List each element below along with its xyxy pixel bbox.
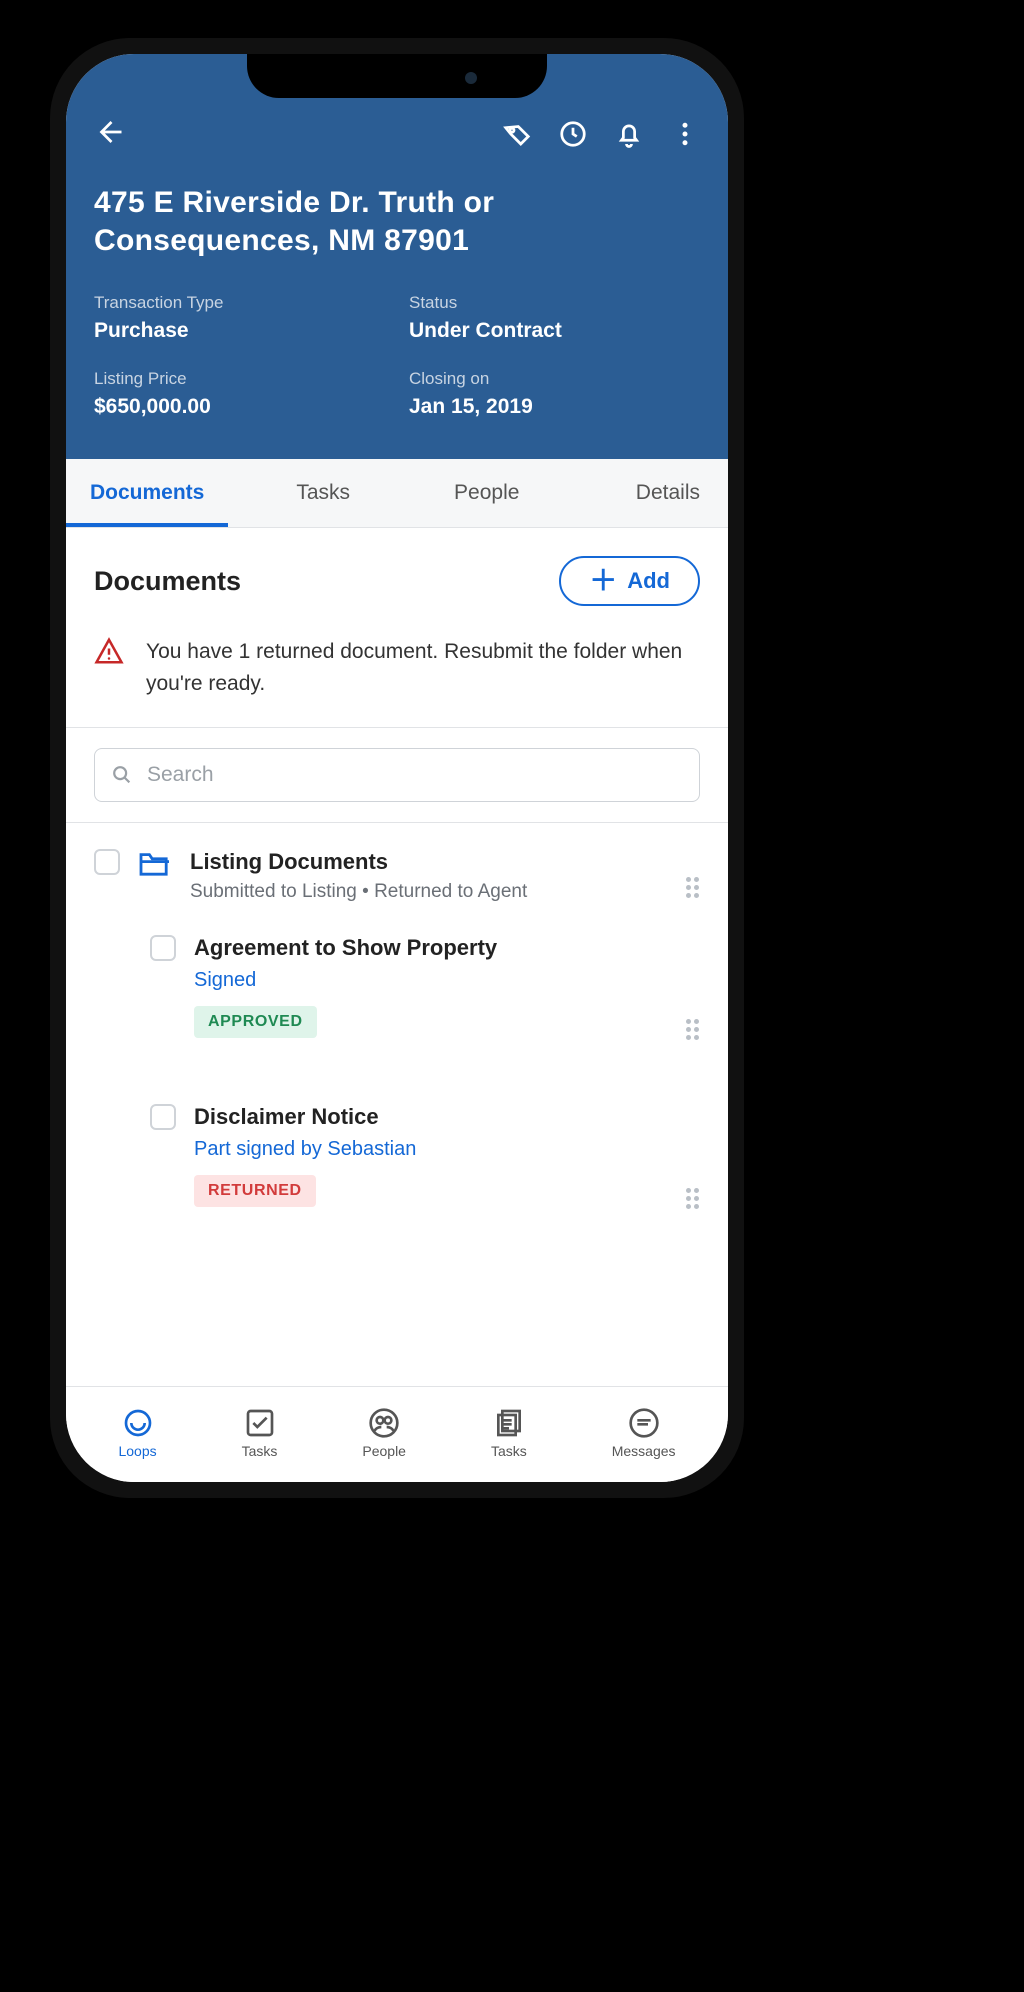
folder-row[interactable]: Listing Documents Submitted to Listing •… [66, 823, 728, 913]
device-notch [247, 54, 547, 98]
screen: 475 E Riverside Dr. Truth or Consequence… [66, 54, 728, 1482]
status-badge: RETURNED [194, 1175, 316, 1207]
phone-frame: 475 E Riverside Dr. Truth or Consequence… [50, 38, 744, 1498]
document-row[interactable]: Disclaimer Notice Part signed by Sebasti… [66, 1082, 728, 1217]
document-checkbox[interactable] [150, 935, 176, 961]
tag-icon[interactable] [502, 119, 532, 149]
folder-title: Listing Documents [190, 849, 527, 875]
nav-people[interactable]: People [362, 1407, 406, 1459]
nav-label: Tasks [242, 1443, 278, 1459]
listing-price-label: Listing Price [94, 369, 385, 389]
warning-icon [94, 636, 124, 666]
document-row[interactable]: Agreement to Show Property Signed APPROV… [66, 913, 728, 1048]
header: 475 E Riverside Dr. Truth or Consequence… [66, 54, 728, 459]
nav-label: Tasks [491, 1443, 527, 1459]
section-title: Documents [94, 566, 241, 597]
add-button[interactable]: ＋ Add [559, 556, 700, 606]
alert-banner: You have 1 returned document. Resubmit t… [66, 632, 728, 728]
nav-messages[interactable]: Messages [612, 1407, 676, 1459]
nav-label: People [362, 1443, 406, 1459]
nav-label: Loops [118, 1443, 156, 1459]
alert-text: You have 1 returned document. Resubmit t… [146, 636, 700, 699]
search-field[interactable] [94, 748, 700, 802]
status-badge: APPROVED [194, 1006, 317, 1038]
document-status: Signed [194, 969, 497, 992]
tab-people[interactable]: People [430, 459, 543, 527]
checkbox-icon [244, 1407, 276, 1439]
document-status: Part signed by Sebastian [194, 1138, 416, 1161]
status-label: Status [409, 293, 700, 313]
document-title: Agreement to Show Property [194, 935, 497, 961]
status-value: Under Contract [409, 319, 700, 343]
transaction-type-label: Transaction Type [94, 293, 385, 313]
documents-icon [493, 1407, 525, 1439]
search-input[interactable] [147, 763, 683, 787]
loops-icon [122, 1407, 154, 1439]
closing-label: Closing on [409, 369, 700, 389]
drag-handle-icon[interactable] [686, 877, 700, 898]
drag-handle-icon[interactable] [686, 1188, 700, 1209]
page-title: 475 E Riverside Dr. Truth or Consequence… [94, 184, 700, 259]
document-title: Disclaimer Notice [194, 1104, 416, 1130]
arrow-left-icon [94, 117, 124, 147]
tab-details[interactable]: Details [612, 459, 728, 527]
people-icon [368, 1407, 400, 1439]
nav-tasks[interactable]: Tasks [242, 1407, 278, 1459]
bell-icon[interactable] [614, 119, 644, 149]
clock-icon[interactable] [558, 119, 588, 149]
tab-bar: Documents Tasks People Details [66, 459, 728, 528]
back-button[interactable] [94, 117, 124, 152]
messages-icon [628, 1407, 660, 1439]
transaction-type-value: Purchase [94, 319, 385, 343]
nav-label: Messages [612, 1443, 676, 1459]
document-checkbox[interactable] [150, 1104, 176, 1130]
more-vert-icon[interactable] [670, 119, 700, 149]
folder-open-icon [138, 849, 172, 877]
folder-subtitle: Submitted to Listing • Returned to Agent [190, 881, 527, 903]
add-button-label: Add [627, 568, 670, 594]
bottom-nav: Loops Tasks People Tasks Messages [66, 1386, 728, 1482]
closing-value: Jan 15, 2019 [409, 395, 700, 419]
search-icon [111, 764, 133, 786]
tab-documents[interactable]: Documents [66, 459, 228, 527]
listing-price-value: $650,000.00 [94, 395, 385, 419]
nav-tasks2[interactable]: Tasks [491, 1407, 527, 1459]
folder-checkbox[interactable] [94, 849, 120, 875]
content-area: Documents ＋ Add You have 1 returned docu… [66, 528, 728, 1391]
nav-loops[interactable]: Loops [118, 1407, 156, 1459]
tab-tasks[interactable]: Tasks [272, 459, 374, 527]
drag-handle-icon[interactable] [686, 1019, 700, 1040]
